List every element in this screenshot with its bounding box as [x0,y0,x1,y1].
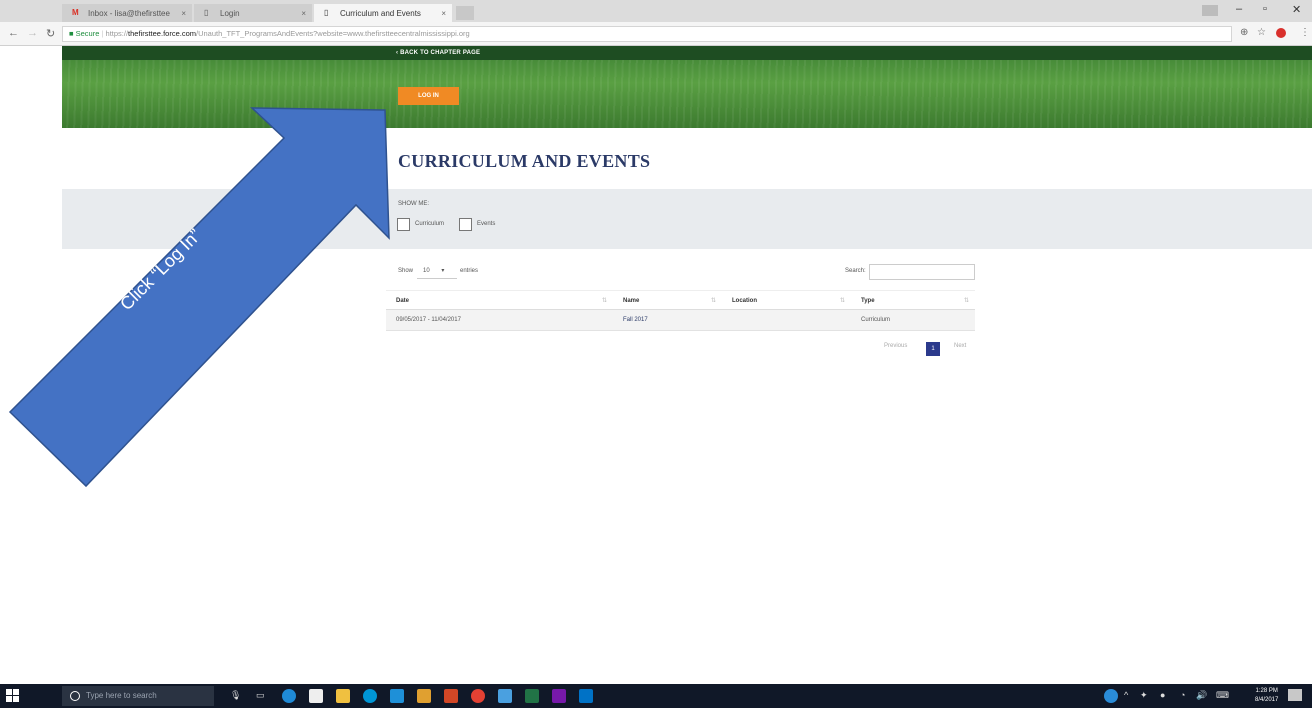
tray-app-icon[interactable]: ● [1160,690,1165,700]
task-view-icon[interactable]: ▭ [256,690,265,701]
microphone-icon[interactable]: 🎙 [230,690,241,701]
tray-app-icon[interactable] [1104,689,1118,703]
store-icon[interactable] [390,689,404,703]
wifi-icon[interactable]: ◔ [1180,690,1185,700]
action-center-icon[interactable] [1288,689,1302,701]
clock-time: 1:28 PM [1255,688,1278,694]
app-icon[interactable] [498,689,512,703]
hp-icon[interactable] [363,689,377,703]
file-explorer-icon[interactable] [336,689,350,703]
tray-network-icon[interactable]: ✦ [1140,690,1148,701]
taskbar-clock[interactable]: 1:28 PM 8/4/2017 [1255,687,1278,705]
cortana-icon [70,691,80,701]
windows-taskbar: Type here to search 🎙 ▭ ^ ✦ ● ◔ 🔊 ⌨ 1:28… [0,684,1312,708]
taskbar-search-placeholder: Type here to search [86,691,157,700]
windows-start-icon[interactable] [6,689,20,703]
excel-icon[interactable] [525,689,539,703]
instruction-arrow [8,107,390,488]
app-icon[interactable] [309,689,323,703]
show-hidden-icons-icon[interactable]: ^ [1124,690,1128,700]
chrome-icon[interactable] [471,689,485,703]
onenote-icon[interactable] [552,689,566,703]
taskbar-search[interactable]: Type here to search [62,686,214,706]
keyboard-icon[interactable]: ⌨ [1216,690,1229,701]
clock-date: 8/4/2017 [1255,697,1279,703]
powerpoint-icon[interactable] [444,689,458,703]
volume-icon[interactable]: 🔊 [1196,690,1207,701]
edge-icon[interactable] [282,689,296,703]
app-icon[interactable] [417,689,431,703]
outlook-icon[interactable] [579,689,593,703]
arrow-shape [8,107,390,488]
